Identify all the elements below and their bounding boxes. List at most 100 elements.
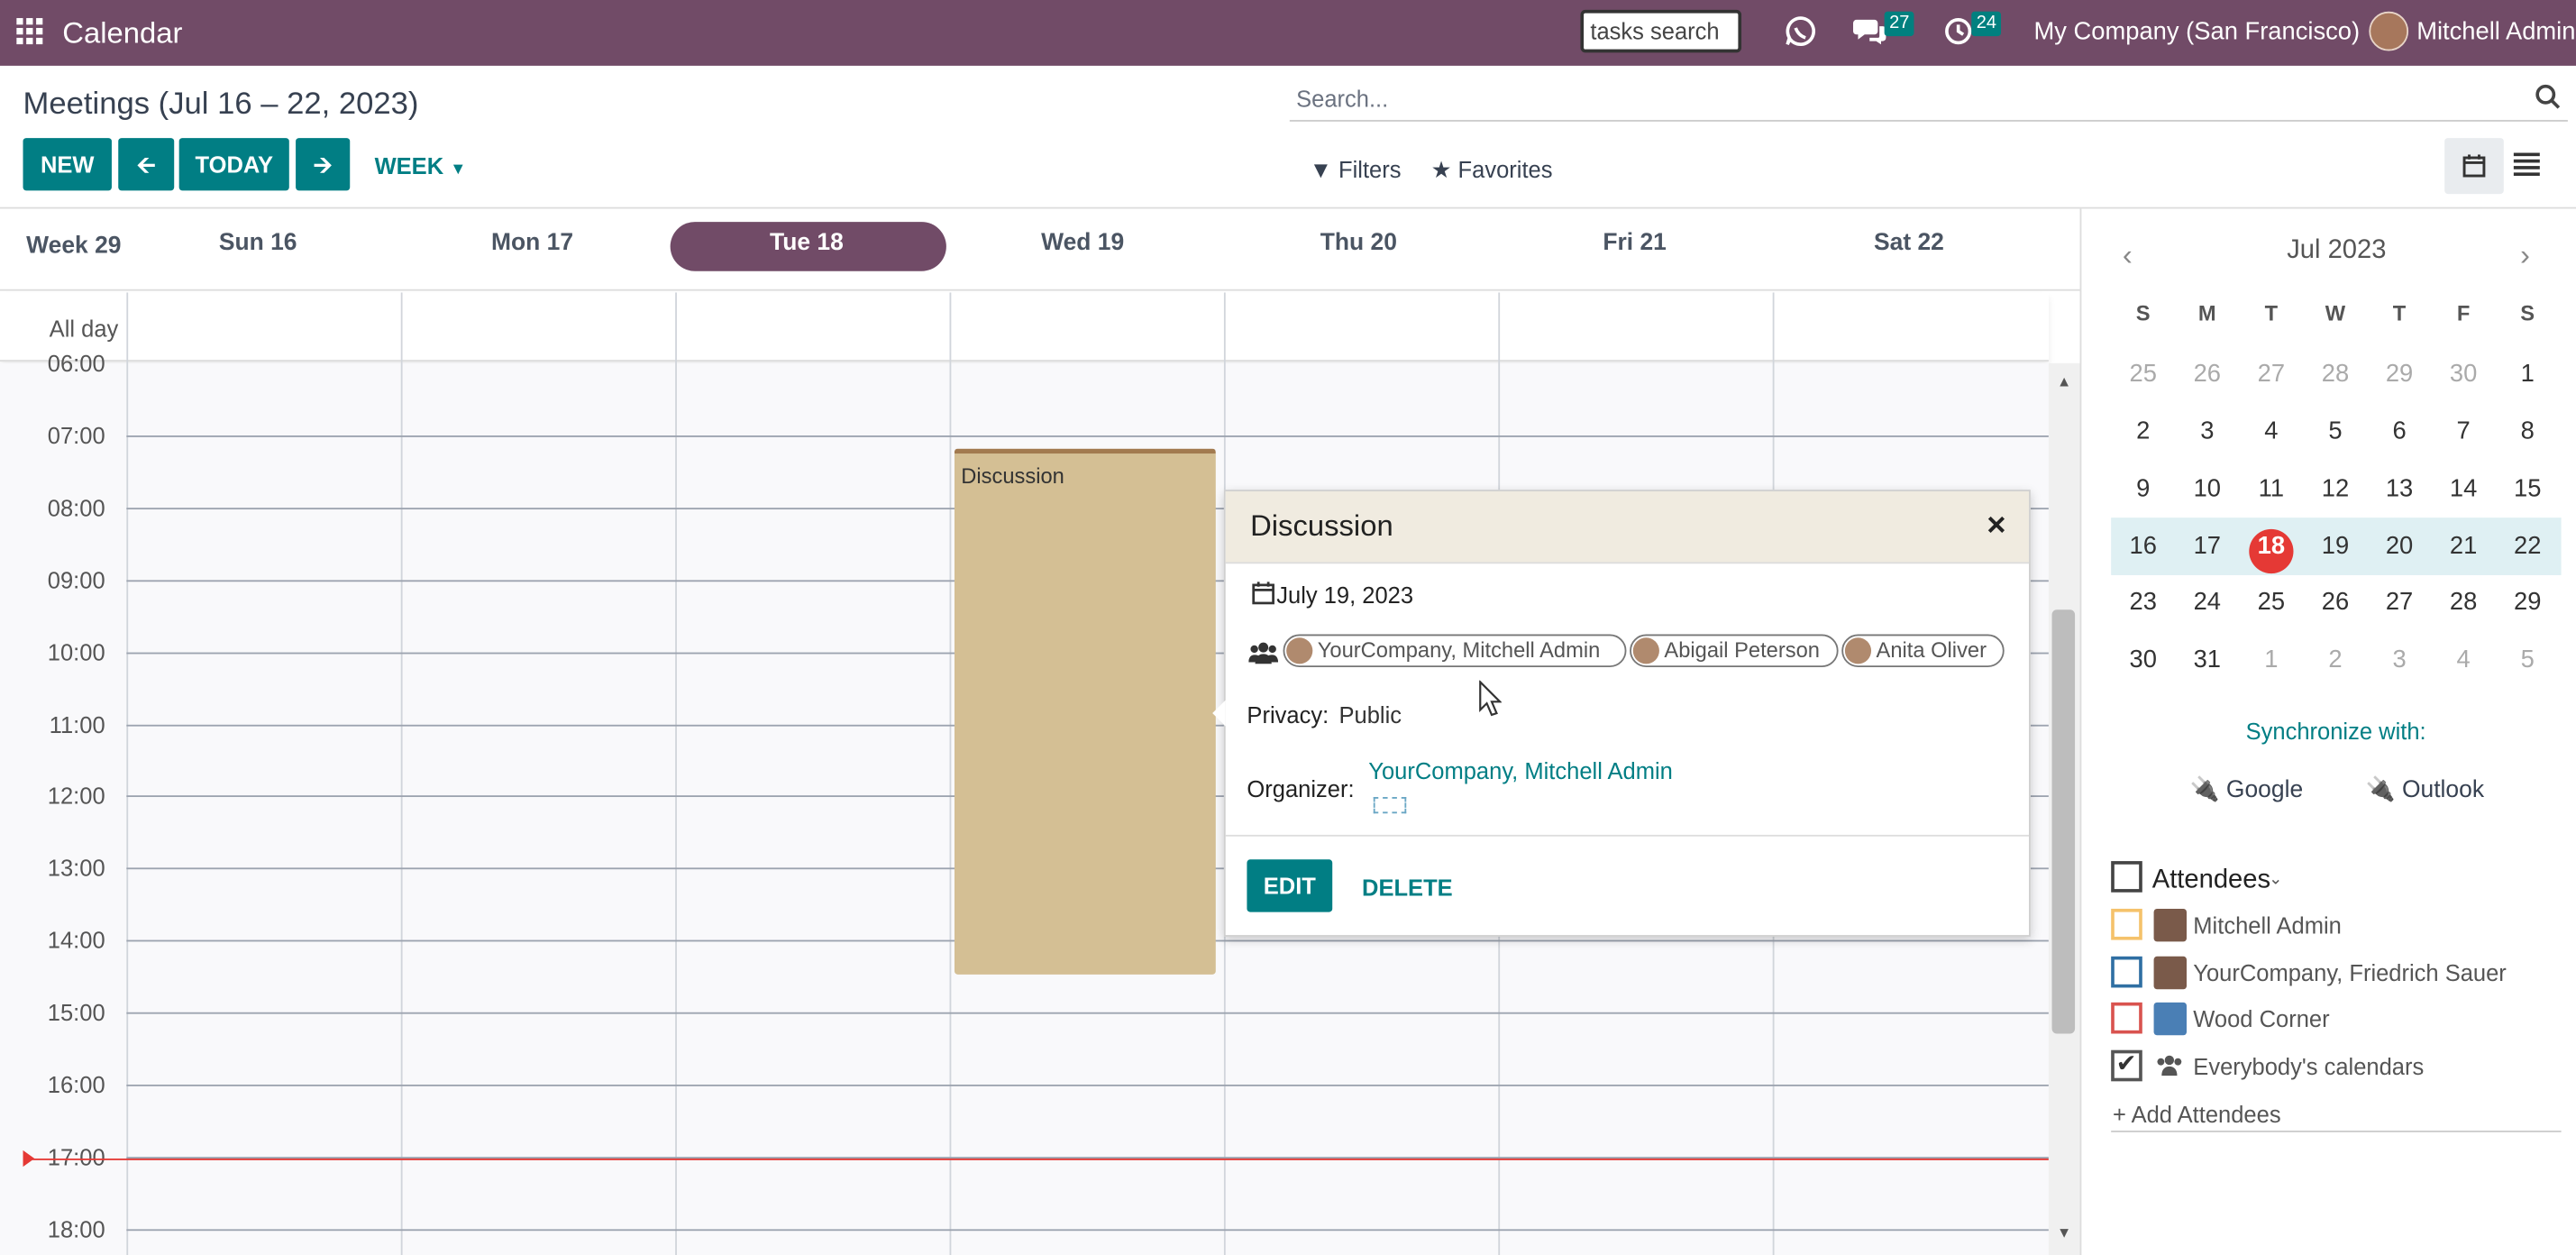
scale-dropdown[interactable]: WEEK ▼	[375, 153, 467, 179]
day-header-1[interactable]: Mon 17	[401, 230, 664, 256]
mini-calendar-day[interactable]: 6	[2368, 417, 2432, 445]
mini-calendar-day[interactable]: 28	[2432, 589, 2496, 617]
hour-label: 14:00	[47, 927, 105, 954]
mini-calendar-day[interactable]: 25	[2239, 589, 2303, 617]
previous-button[interactable]: 🡨	[118, 138, 175, 191]
allday-label: All day	[49, 315, 119, 343]
attendee-chip[interactable]: Abigail Peterson	[1630, 634, 1839, 668]
today-button[interactable]: TODAY	[178, 138, 289, 191]
company-switcher[interactable]: My Company (San Francisco)	[2034, 18, 2361, 46]
mini-calendar-day[interactable]: 27	[2239, 360, 2303, 388]
search-bar[interactable]: Search...	[1289, 76, 2568, 122]
mini-calendar-day[interactable]: 1	[2239, 646, 2303, 673]
delete-button[interactable]: DELETE	[1362, 875, 1453, 901]
messages-icon[interactable]	[1853, 16, 1886, 54]
popover-arrow	[1212, 700, 1226, 727]
attendee-filter-checkbox[interactable]	[2111, 956, 2142, 988]
edit-button[interactable]: EDIT	[1247, 859, 1333, 912]
mini-calendar-day[interactable]: 7	[2432, 417, 2496, 445]
mini-calendar-day[interactable]: 27	[2368, 589, 2432, 617]
organizer-link[interactable]: YourCompany, Mitchell Admin	[1368, 757, 1673, 783]
mini-calendar-day[interactable]: 18	[2239, 533, 2303, 561]
scroll-down-arrow[interactable]: ▼	[2057, 1224, 2071, 1241]
attendee-chip[interactable]: Anita Oliver	[1841, 634, 2005, 668]
attendee-filter-checkbox[interactable]	[2111, 1002, 2142, 1034]
attendee-filter-checkbox[interactable]	[2111, 908, 2142, 940]
mini-calendar-day[interactable]: 20	[2368, 533, 2432, 561]
mini-calendar-day[interactable]: 30	[2432, 360, 2496, 388]
mini-calendar-day[interactable]: 1	[2496, 360, 2560, 388]
mini-calendar-day[interactable]: 23	[2111, 589, 2175, 617]
mini-calendar-day[interactable]: 28	[2303, 360, 2367, 388]
mini-calendar-day[interactable]: 22	[2496, 533, 2560, 561]
mini-calendar-day[interactable]: 2	[2303, 646, 2367, 673]
mini-calendar-day[interactable]: 4	[2239, 417, 2303, 445]
day-header-4[interactable]: Thu 20	[1228, 230, 1491, 256]
mini-calendar-day[interactable]: 17	[2175, 533, 2239, 561]
activities-clock-icon[interactable]	[1943, 16, 1973, 54]
attendee-chip[interactable]: YourCompany, Mitchell Admin	[1283, 634, 1627, 668]
day-header-2[interactable]: Tue 18	[675, 230, 938, 256]
mini-calendar-day[interactable]: 11	[2239, 475, 2303, 503]
mini-calendar-day[interactable]: 30	[2111, 646, 2175, 673]
day-header-3[interactable]: Wed 19	[951, 230, 1214, 256]
weekday-header: T	[2264, 300, 2279, 325]
app-menu-icon[interactable]	[16, 18, 43, 45]
mini-calendar-day[interactable]: 10	[2175, 475, 2239, 503]
outlook-sync-button[interactable]: 🔌 Outlook	[2366, 775, 2484, 803]
mini-calendar-day[interactable]: 5	[2496, 646, 2560, 673]
day-header-6[interactable]: Sat 22	[1777, 230, 2041, 256]
scroll-thumb[interactable]	[2051, 609, 2076, 1034]
list-view-button[interactable]	[2513, 152, 2540, 185]
close-icon[interactable]: ×	[1987, 508, 2005, 545]
next-button[interactable]: 🡪	[296, 138, 351, 191]
search-icon[interactable]	[2535, 84, 2561, 118]
mini-calendar-day[interactable]: 15	[2496, 475, 2560, 503]
plug-icon: 🔌	[2189, 777, 2220, 804]
mini-calendar-day[interactable]: 8	[2496, 417, 2560, 445]
mini-calendar-day[interactable]: 9	[2111, 475, 2175, 503]
user-menu[interactable]: Mitchell Admin	[2416, 18, 2575, 46]
mini-calendar-day[interactable]: 5	[2303, 417, 2367, 445]
messages-count-badge: 27	[1884, 11, 1914, 37]
mini-calendar-day[interactable]: 2	[2111, 417, 2175, 445]
attendees-select-all-checkbox[interactable]	[2111, 861, 2142, 893]
mini-calendar-day[interactable]: 31	[2175, 646, 2239, 673]
app-title[interactable]: Calendar	[62, 16, 182, 50]
mini-calendar-day[interactable]: 4	[2432, 646, 2496, 673]
attendee-filter-checkbox[interactable]: ✔	[2111, 1049, 2142, 1082]
mini-calendar-day[interactable]: 14	[2432, 475, 2496, 503]
search-input[interactable]: Search...	[1296, 86, 1388, 112]
mini-calendar-day[interactable]: 16	[2111, 533, 2175, 561]
favorites-button[interactable]: ★ Favorites	[1431, 156, 1553, 184]
grid-scrollbar[interactable]: ▲ ▼	[2048, 362, 2080, 1255]
mini-calendar-day[interactable]: 29	[2496, 589, 2560, 617]
new-button[interactable]: NEW	[23, 138, 112, 191]
mini-calendar-day[interactable]: 19	[2303, 533, 2367, 561]
google-sync-button[interactable]: 🔌 Google	[2190, 775, 2304, 803]
add-attendees-link[interactable]: + Add Attendees	[2113, 1101, 2281, 1127]
next-month-icon[interactable]: ›	[2520, 238, 2530, 272]
mini-calendar-day[interactable]: 26	[2303, 589, 2367, 617]
voip-icon[interactable]	[1784, 14, 1816, 56]
scroll-up-arrow[interactable]: ▲	[2057, 373, 2071, 389]
tasks-search-input[interactable]	[1580, 9, 1742, 53]
chevron-down-icon[interactable]: ⌄	[2269, 871, 2282, 889]
mini-calendar-day[interactable]: 21	[2432, 533, 2496, 561]
mini-calendar-day[interactable]: 25	[2111, 360, 2175, 388]
mini-calendar-day[interactable]: 3	[2175, 417, 2239, 445]
mini-calendar-day[interactable]: 24	[2175, 589, 2239, 617]
hour-label: 08:00	[47, 494, 105, 521]
event-discussion[interactable]: Discussion	[954, 448, 1216, 975]
prev-month-icon[interactable]: ‹	[2123, 238, 2133, 272]
calendar-view-button[interactable]	[2444, 138, 2504, 195]
mini-calendar-day[interactable]: 12	[2303, 475, 2367, 503]
mini-calendar-day[interactable]: 26	[2175, 360, 2239, 388]
user-avatar[interactable]	[2369, 11, 2409, 51]
mini-calendar-day[interactable]: 13	[2368, 475, 2432, 503]
mini-calendar-day[interactable]: 29	[2368, 360, 2432, 388]
filters-button[interactable]: ▼ Filters	[1310, 156, 1402, 182]
mini-calendar-day[interactable]: 3	[2368, 646, 2432, 673]
day-header-5[interactable]: Fri 21	[1503, 230, 1767, 256]
day-header-0[interactable]: Sun 16	[126, 230, 389, 256]
